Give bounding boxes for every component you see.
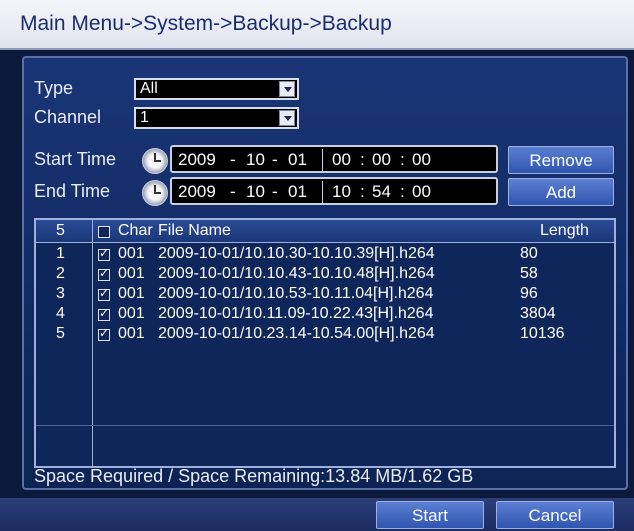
- row-checkbox[interactable]: [98, 286, 110, 301]
- table-row[interactable]: 1 001 2009-10-01/10.10.30-10.10.39[H].h264…: [36, 244, 614, 264]
- row-index: 5: [56, 325, 65, 342]
- row-checkbox[interactable]: [98, 306, 110, 321]
- table-row[interactable]: 5 001 2009-10-01/10.23.14-10.54.00[H].h264…: [36, 324, 614, 344]
- end-day[interactable]: 01: [288, 182, 307, 202]
- start-year[interactable]: 2009: [178, 150, 216, 170]
- row-file-name: 2009-10-01/10.10.53-10.11.04[H].h264: [158, 285, 434, 302]
- remove-button[interactable]: Remove: [508, 146, 614, 174]
- clock-icon[interactable]: [142, 180, 168, 206]
- row-length: 3804: [520, 305, 556, 322]
- start-minute[interactable]: 00: [372, 150, 391, 170]
- date-separator: -: [272, 182, 278, 201]
- file-count: 5: [56, 222, 65, 239]
- row-char: 001: [118, 305, 145, 322]
- channel-select[interactable]: 1: [134, 107, 299, 129]
- start-month[interactable]: 10: [246, 150, 265, 170]
- type-value: All: [140, 80, 158, 97]
- file-list[interactable]: 5 Char File Name Length 1 001 2009-10-01/1…: [34, 218, 616, 468]
- type-label: Type: [34, 78, 74, 98]
- row-index: 1: [56, 245, 65, 262]
- end-month[interactable]: 10: [246, 182, 265, 202]
- date-separator: -: [230, 182, 236, 201]
- backup-panel: Type All Channel 1 Start Time 2009 - 10 …: [22, 56, 628, 490]
- chevron-down-icon[interactable]: [279, 110, 295, 126]
- row-length: 10136: [520, 325, 565, 342]
- row-length: 58: [520, 265, 538, 282]
- end-minute[interactable]: 54: [372, 182, 391, 202]
- bottom-bar: Start Cancel: [0, 498, 634, 531]
- title-bar: Main Menu->System->Backup->Backup: [0, 0, 634, 50]
- col-file-header: File Name: [158, 222, 231, 239]
- row-file-name: 2009-10-01/10.10.30-10.10.39[H].h264: [158, 245, 435, 262]
- date-separator: -: [230, 150, 236, 169]
- col-length-header: Length: [540, 222, 589, 239]
- table-row[interactable]: 2 001 2009-10-01/10.10.43-10.10.48[H].h264…: [36, 264, 614, 284]
- channel-label: Channel: [34, 107, 102, 127]
- end-hour[interactable]: 10: [332, 182, 351, 202]
- table-row[interactable]: 4 001 2009-10-01/10.11.09-10.22.43[H].h264…: [36, 304, 614, 324]
- row-checkbox[interactable]: [98, 266, 110, 281]
- table-row[interactable]: 3 001 2009-10-01/10.10.53-10.11.04[H].h264…: [36, 284, 614, 304]
- row-checkbox[interactable]: [98, 326, 110, 341]
- row-file-name: 2009-10-01/10.23.14-10.54.00[H].h264: [158, 325, 435, 342]
- end-second[interactable]: 00: [412, 182, 431, 202]
- field-divider: [322, 149, 323, 171]
- time-separator: :: [360, 150, 365, 169]
- list-divider: [36, 425, 614, 426]
- row-char: 001: [118, 245, 145, 262]
- time-separator: :: [400, 150, 405, 169]
- clock-icon[interactable]: [142, 148, 168, 174]
- start-second[interactable]: 00: [412, 150, 431, 170]
- row-char: 001: [118, 325, 145, 342]
- row-index: 2: [56, 265, 65, 282]
- row-index: 4: [56, 305, 65, 322]
- row-length: 96: [520, 285, 538, 302]
- col-char-header: Char: [118, 222, 153, 239]
- type-select[interactable]: All: [134, 78, 299, 100]
- row-file-name: 2009-10-01/10.11.09-10.22.43[H].h264: [158, 305, 434, 322]
- page-title: Main Menu->System->Backup->Backup: [20, 12, 392, 35]
- start-day[interactable]: 01: [288, 150, 307, 170]
- start-time-label: Start Time: [34, 149, 117, 169]
- time-separator: :: [400, 182, 405, 201]
- time-separator: :: [360, 182, 365, 201]
- row-length: 80: [520, 245, 538, 262]
- end-time-label: End Time: [34, 181, 111, 201]
- space-info: Space Required / Space Remaining:13.84 M…: [34, 466, 474, 486]
- start-hour[interactable]: 00: [332, 150, 351, 170]
- select-all-checkbox[interactable]: [98, 226, 110, 238]
- start-button[interactable]: Start: [376, 501, 484, 529]
- end-time-field[interactable]: 2009 - 10 - 01 10 : 54 : 00: [170, 177, 498, 205]
- field-divider: [322, 181, 323, 203]
- row-index: 3: [56, 285, 65, 302]
- chevron-down-icon[interactable]: [279, 81, 295, 97]
- date-separator: -: [272, 150, 278, 169]
- row-char: 001: [118, 285, 145, 302]
- add-button[interactable]: Add: [508, 178, 614, 206]
- row-char: 001: [118, 265, 145, 282]
- channel-value: 1: [140, 109, 149, 126]
- row-checkbox[interactable]: [98, 246, 110, 261]
- row-file-name: 2009-10-01/10.10.43-10.10.48[H].h264: [158, 265, 435, 282]
- end-year[interactable]: 2009: [178, 182, 216, 202]
- start-time-field[interactable]: 2009 - 10 - 01 00 : 00 : 00: [170, 145, 498, 173]
- cancel-button[interactable]: Cancel: [496, 501, 614, 529]
